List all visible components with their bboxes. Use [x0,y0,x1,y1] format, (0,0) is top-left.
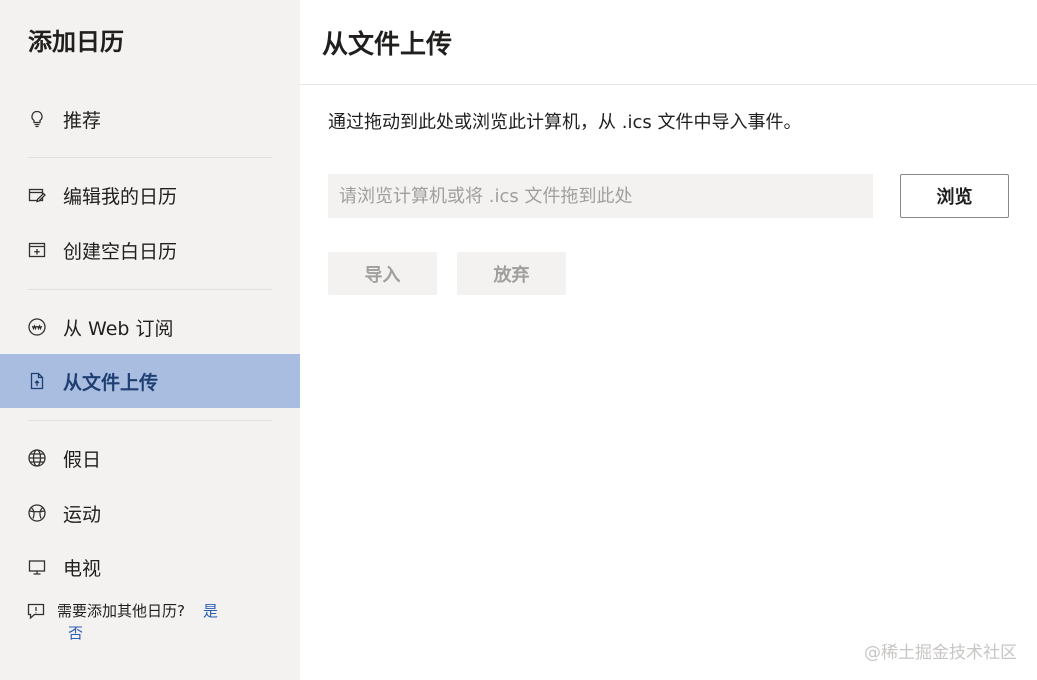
sidebar-item-label: 运动 [63,503,102,526]
divider [28,289,272,290]
sidebar-item-web-subscribe[interactable]: 从 Web 订阅 [0,300,300,354]
file-upload-icon [26,370,48,392]
web-subscribe-icon [26,316,48,338]
help-question: 需要添加其他日历? [57,602,185,620]
sidebar-item-label: 创建空白日历 [63,240,178,263]
sidebar-item-label: 推荐 [63,109,102,132]
edit-calendar-icon [26,184,48,206]
lightbulb-icon [26,108,48,130]
sidebar-item-label: 从 Web 订阅 [63,317,174,340]
help-text: 需要添加其他日历? 是 否 [57,600,257,644]
discard-button[interactable]: 放弃 [457,252,566,295]
sidebar-item-label: 编辑我的日历 [63,185,178,208]
sidebar: 添加日历 推荐 编辑我的日历 创建空白日历 从 Web 订阅 从文件上传 假日 … [0,0,300,680]
sidebar-item-create-blank[interactable]: 创建空白日历 [0,223,300,277]
sidebar-item-sports[interactable]: 运动 [0,486,300,540]
sidebar-item-upload-file[interactable]: 从文件上传 [0,354,300,408]
sidebar-item-label: 从文件上传 [63,371,159,394]
sidebar-title: 添加日历 [28,28,124,56]
help-no-link[interactable]: 否 [68,622,257,644]
sports-ball-icon [26,502,48,524]
import-button[interactable]: 导入 [328,252,437,295]
main-panel: 从文件上传 通过拖动到此处或浏览此计算机，从 .ics 文件中导入事件。 浏览 … [300,0,1037,680]
globe-icon [26,447,48,469]
browse-button[interactable]: 浏览 [900,174,1009,218]
sidebar-item-recommended[interactable]: 推荐 [0,92,300,146]
divider [28,157,272,158]
help-feedback: 需要添加其他日历? 是 否 [26,600,286,644]
sidebar-item-label: 电视 [63,557,102,580]
main-header: 从文件上传 [300,0,1037,85]
description-text: 通过拖动到此处或浏览此计算机，从 .ics 文件中导入事件。 [328,112,802,133]
sidebar-item-tv[interactable]: 电视 [0,540,300,594]
sidebar-item-holidays[interactable]: 假日 [0,431,300,485]
feedback-icon [26,601,48,623]
page-title: 从文件上传 [322,29,453,60]
file-drop-input[interactable] [328,174,873,218]
help-yes-link[interactable]: 是 [203,602,218,620]
watermark: @稀土掘金技术社区 [864,643,1017,663]
sidebar-item-label: 假日 [63,448,102,471]
sidebar-item-edit-calendars[interactable]: 编辑我的日历 [0,168,300,222]
tv-icon [26,556,48,578]
calendar-add-icon [26,239,48,261]
divider [28,420,272,421]
